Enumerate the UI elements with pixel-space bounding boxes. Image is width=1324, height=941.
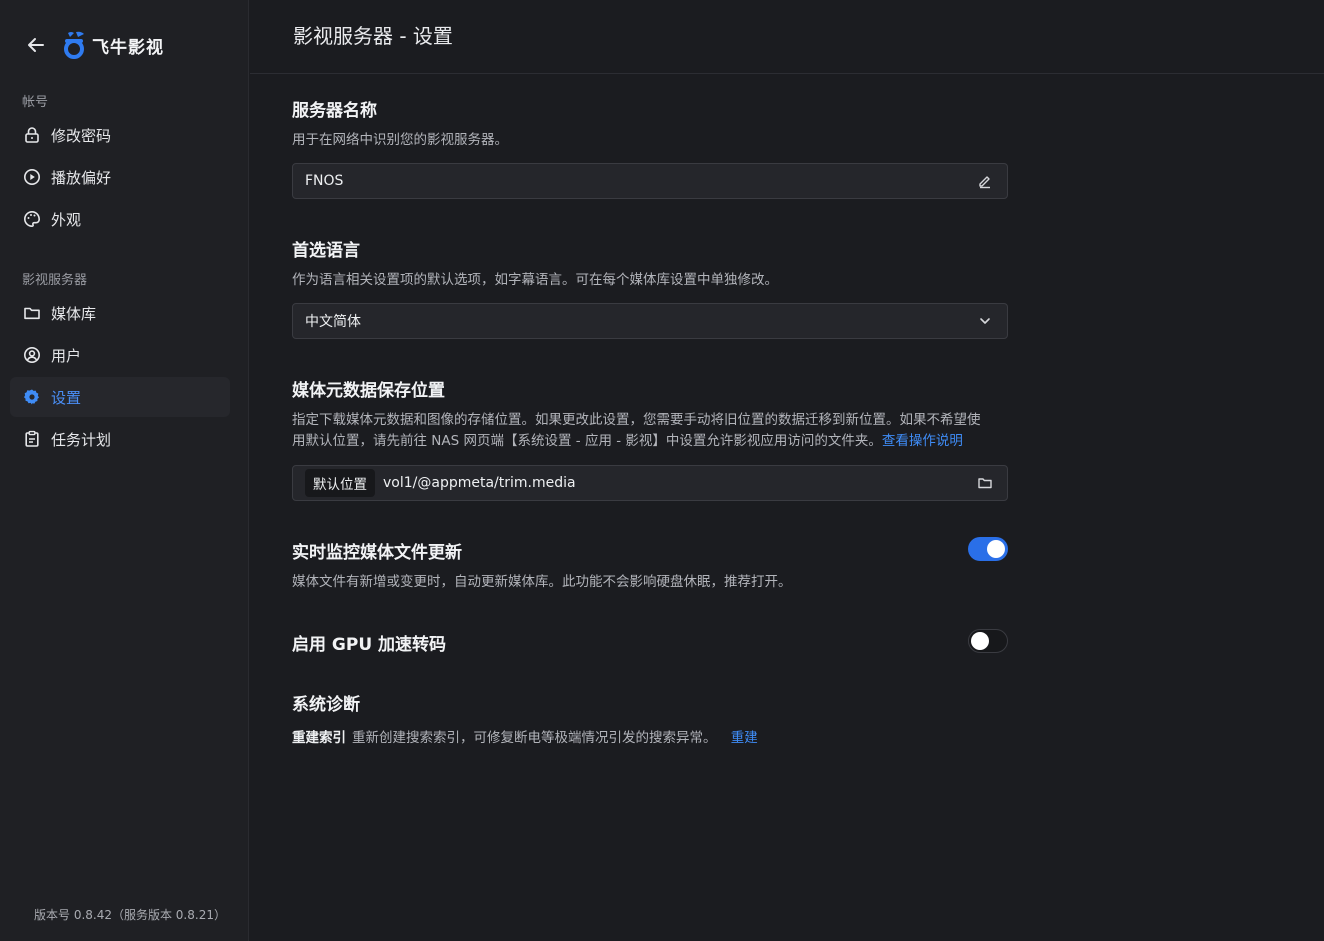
sidebar-item-change-password[interactable]: 修改密码 (10, 115, 230, 155)
sidebar-item-label: 设置 (51, 388, 82, 407)
realtime-monitor-toggle[interactable] (968, 537, 1008, 561)
lock-icon (22, 125, 42, 145)
sidebar-item-label: 任务计划 (51, 430, 112, 449)
sidebar-item-settings[interactable]: 设置 (10, 377, 230, 417)
default-location-badge: 默认位置 (305, 469, 375, 497)
page-header: 影视服务器 - 设置 (250, 0, 1324, 74)
gpu-toggle[interactable] (968, 629, 1008, 653)
sidebar-item-label: 外观 (51, 210, 82, 229)
metadata-desc-line2-text: 用默认位置，请先前往 NAS 网页端【系统设置 - 应用 - 影视】中设置允许影… (292, 433, 882, 449)
language-selected-value: 中文简体 (305, 314, 361, 330)
palette-icon (22, 209, 42, 229)
brand-bar: 飞牛影视 (22, 30, 164, 60)
metadata-path-value: vol1/@appmeta/trim.media (383, 475, 576, 491)
server-name-field[interactable]: FNOS (292, 163, 1008, 199)
clipboard-icon (22, 429, 42, 449)
sidebar: 飞牛影视 帐号 修改密码 播放偏好 外观 影视服务器 媒体库 用户 设置 任务计… (0, 0, 249, 941)
realtime-monitor-desc: 媒体文件有新增或变更时，自动更新媒体库。此功能不会影响硬盘休眠，推荐打开。 (292, 574, 792, 590)
sidebar-item-tasks[interactable]: 任务计划 (10, 419, 230, 459)
metadata-desc-line2: 用默认位置，请先前往 NAS 网页端【系统设置 - 应用 - 影视】中设置允许影… (292, 431, 1008, 452)
app-logo-icon (64, 31, 84, 59)
section-label-server: 影视服务器 (22, 273, 88, 288)
server-name-value: FNOS (305, 173, 344, 189)
server-name-desc: 用于在网络中识别您的影视服务器。 (292, 132, 508, 148)
gear-icon (22, 387, 42, 407)
gpu-title: 启用 GPU 加速转码 (292, 635, 447, 655)
sidebar-item-label: 修改密码 (51, 126, 112, 145)
sidebar-item-users[interactable]: 用户 (10, 335, 230, 375)
toggle-knob (987, 540, 1005, 558)
metadata-desc: 指定下载媒体元数据和图像的存储位置。如果更改此设置，您需要手动将旧位置的数据迁移… (292, 410, 1008, 452)
language-select[interactable]: 中文简体 (292, 303, 1008, 339)
sidebar-item-label: 用户 (51, 346, 82, 365)
metadata-title: 媒体元数据保存位置 (292, 381, 445, 401)
page-title: 影视服务器 - 设置 (293, 24, 453, 48)
rebuild-button[interactable]: 重建 (731, 730, 758, 746)
brand-name: 飞牛影视 (92, 37, 164, 58)
help-link[interactable]: 查看操作说明 (882, 433, 963, 449)
edit-icon[interactable] (975, 171, 995, 191)
metadata-path-field[interactable]: 默认位置 vol1/@appmeta/trim.media (292, 465, 1008, 501)
main-panel: 影视服务器 - 设置 服务器名称 用于在网络中识别您的影视服务器。 FNOS 首… (250, 0, 1324, 941)
sidebar-item-label: 播放偏好 (51, 168, 112, 187)
arrow-left-icon (28, 38, 44, 52)
back-button[interactable] (22, 31, 50, 59)
folder-icon (22, 303, 42, 323)
sidebar-item-label: 媒体库 (51, 304, 97, 323)
sidebar-item-appearance[interactable]: 外观 (10, 199, 230, 239)
server-name-title: 服务器名称 (292, 101, 377, 121)
play-circle-icon (22, 167, 42, 187)
rebuild-index-label: 重建索引 (292, 730, 346, 746)
chevron-down-icon (975, 311, 995, 331)
folder-browse-icon[interactable] (975, 473, 995, 493)
user-circle-icon (22, 345, 42, 365)
diagnostics-title: 系统诊断 (292, 695, 360, 715)
rebuild-index-desc: 重新创建搜索索引，可修复断电等极端情况引发的搜索异常。 (352, 730, 717, 746)
sidebar-item-playback[interactable]: 播放偏好 (10, 157, 230, 197)
toggle-knob (971, 632, 989, 650)
sidebar-item-library[interactable]: 媒体库 (10, 293, 230, 333)
version-text: 版本号 0.8.42（服务版本 0.8.21） (34, 908, 226, 922)
rebuild-index-row: 重建索引 重新创建搜索索引，可修复断电等极端情况引发的搜索异常。 重建 (292, 726, 758, 746)
language-desc: 作为语言相关设置项的默认选项，如字幕语言。可在每个媒体库设置中单独修改。 (292, 272, 778, 288)
realtime-monitor-title: 实时监控媒体文件更新 (292, 543, 462, 563)
metadata-desc-line1: 指定下载媒体元数据和图像的存储位置。如果更改此设置，您需要手动将旧位置的数据迁移… (292, 412, 981, 428)
language-title: 首选语言 (292, 241, 360, 261)
section-label-account: 帐号 (22, 95, 49, 110)
